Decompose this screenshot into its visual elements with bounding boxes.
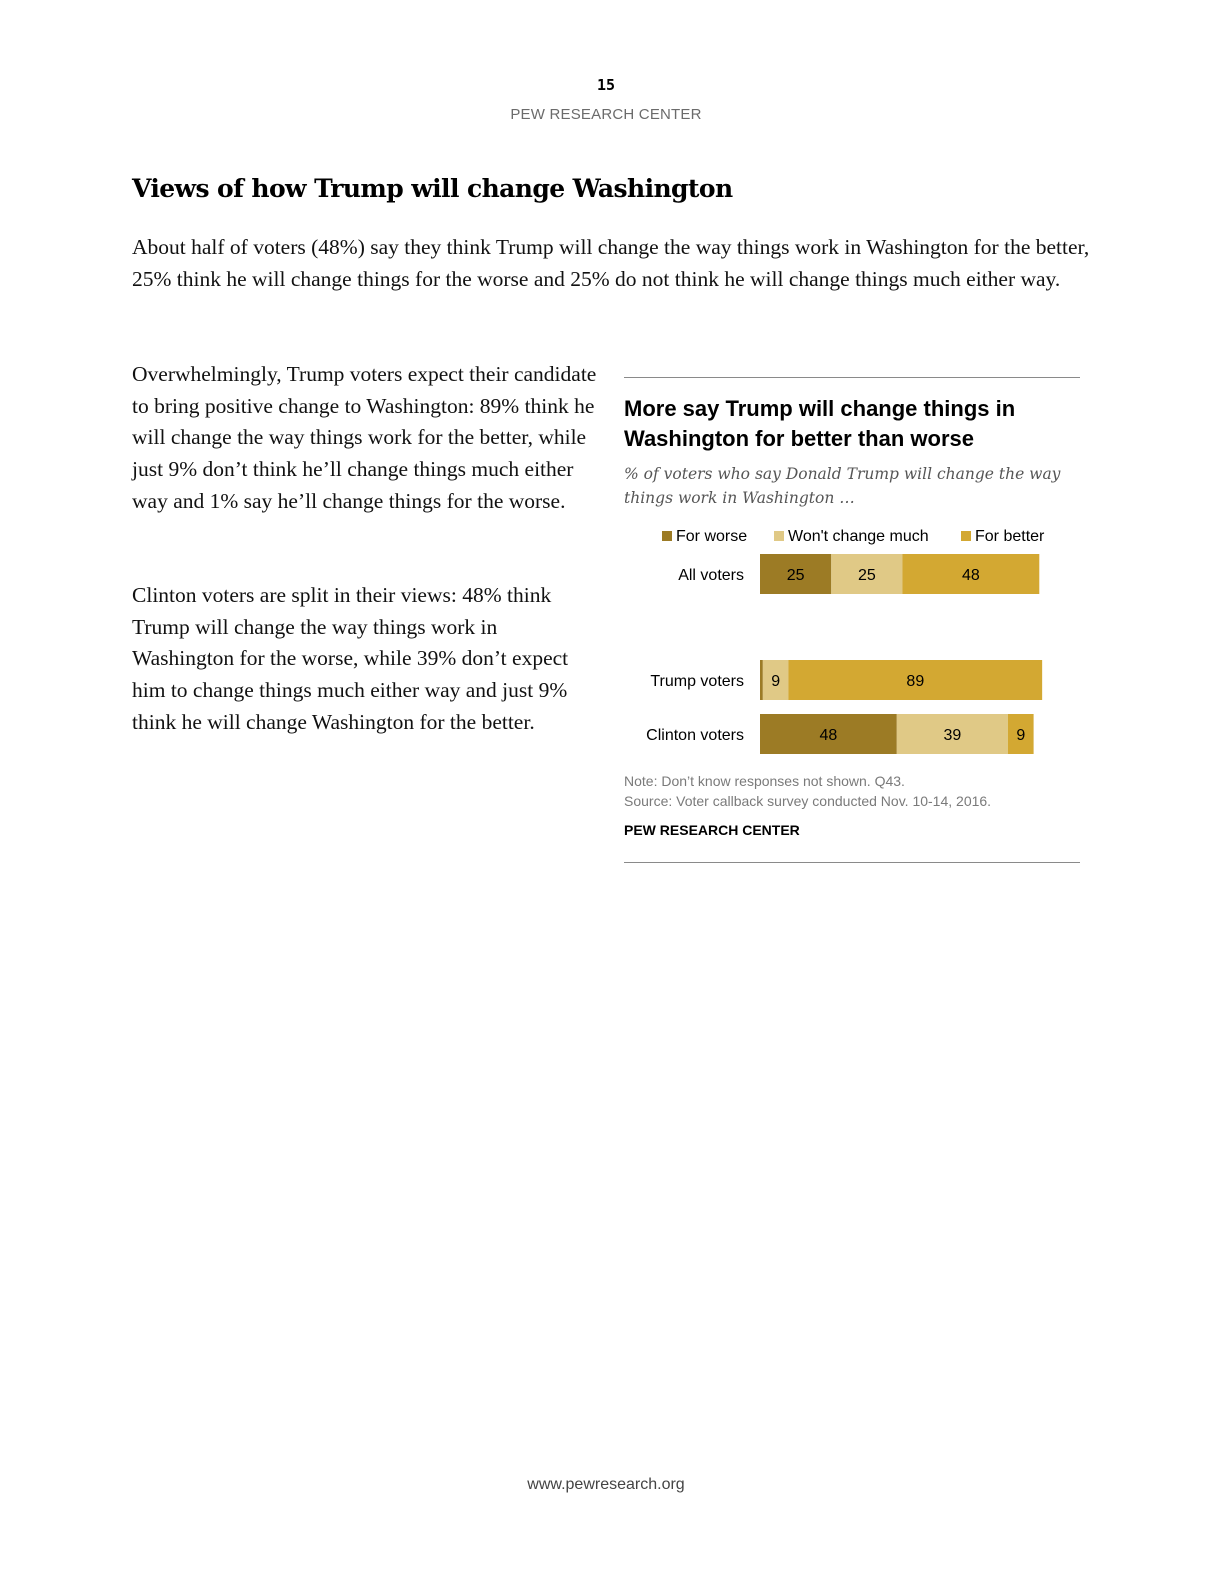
- bar-segment: [760, 660, 763, 700]
- stacked-bar-chart: For worse Won't change much For better All …: [646, 528, 1045, 754]
- chart-top-rule: [624, 377, 1080, 378]
- category-label: Clinton voters: [646, 727, 744, 744]
- bar-value-label: 39: [943, 727, 961, 744]
- chart-bottom-rule: [624, 862, 1080, 863]
- category-label: Trump voters: [650, 673, 744, 690]
- chart-credit: PEW RESEARCH CENTER: [624, 822, 800, 838]
- legend-swatch: [662, 531, 672, 541]
- org-header: PEW RESEARCH CENTER: [510, 106, 702, 123]
- bar-value-label: 9: [1016, 727, 1025, 744]
- legend-label: For better: [975, 528, 1045, 545]
- legend-label: Won't change much: [788, 528, 929, 545]
- bar-value-label: 48: [962, 567, 980, 584]
- legend-label: For worse: [676, 528, 747, 545]
- clinton-voters-paragraph: Clinton voters are split in their views:…: [132, 583, 569, 734]
- bar-value-label: 48: [820, 727, 838, 744]
- chart-title: More say Trump will change things in Was…: [624, 396, 1016, 451]
- legend-swatch: [774, 531, 784, 541]
- intro-paragraph: About half of voters (48%) say they thin…: [132, 235, 1090, 291]
- chart-note: Note: Don’t know responses not shown. Q4…: [624, 773, 905, 789]
- chart-subtitle: % of voters who say Donald Trump will ch…: [624, 465, 1061, 507]
- bar-value-label: 89: [906, 673, 924, 690]
- page-number: 15: [596, 76, 616, 94]
- section-title: Views of how Trump will change Washingto…: [132, 174, 733, 203]
- footer-url: www.pewresearch.org: [527, 1476, 685, 1493]
- bar-value-label: 9: [771, 673, 780, 690]
- bar-value-label: 25: [858, 567, 876, 584]
- chart-source: Source: Voter callback survey conducted …: [624, 793, 992, 809]
- trump-voters-paragraph: Overwhelmingly, Trump voters expect thei…: [132, 362, 597, 513]
- legend-swatch: [961, 531, 971, 541]
- category-label: All voters: [678, 567, 744, 584]
- bar-value-label: 25: [787, 567, 805, 584]
